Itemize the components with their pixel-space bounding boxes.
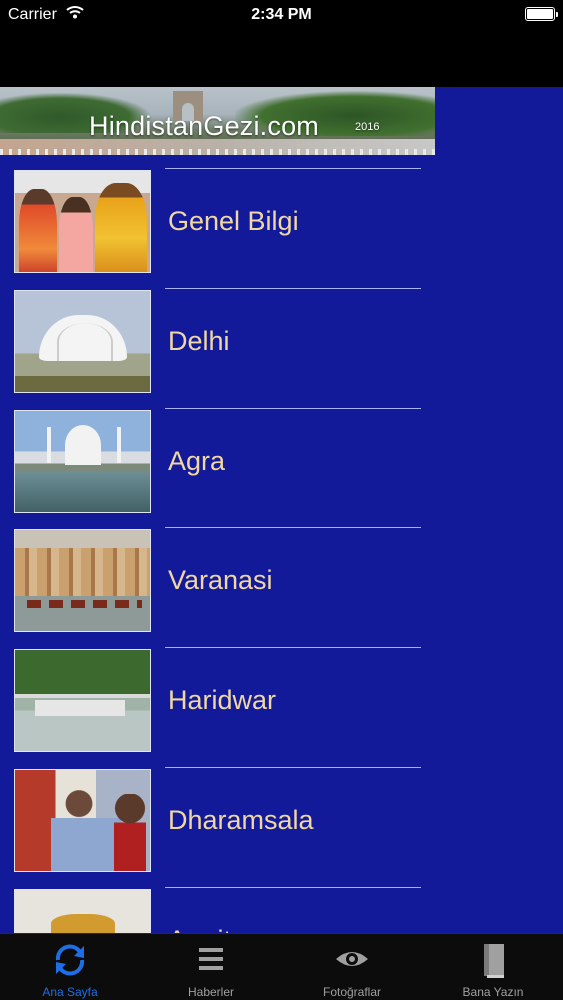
- refresh-icon: [50, 942, 90, 983]
- list-item-label: Delhi: [168, 326, 230, 356]
- list-item-dharamsala[interactable]: Dharamsala: [0, 767, 563, 887]
- list-item-delhi[interactable]: Delhi: [0, 288, 563, 408]
- tab-bana-yazin[interactable]: Bana Yazın: [423, 934, 563, 1000]
- golden-temple-photo: [14, 889, 151, 933]
- tab-label: Fotoğraflar: [322, 985, 382, 999]
- list-item-label: Haridwar: [168, 685, 277, 715]
- tab-bar: Ana Sayfa Haberler Fotoğraflar Bana Yazı…: [0, 933, 563, 1000]
- main-content[interactable]: HindistanGezi.com 2016 Genel Bilgi Delhi…: [0, 87, 563, 933]
- eye-icon: [334, 942, 370, 981]
- ganges-ghats-photo: [14, 529, 151, 632]
- header-banner: HindistanGezi.com 2016: [0, 87, 435, 155]
- list-item-haridwar[interactable]: Haridwar: [0, 647, 563, 767]
- row-divider: [165, 887, 421, 888]
- list-item-agra[interactable]: Agra: [0, 408, 563, 528]
- list-item-amritsar[interactable]: Amritsar: [0, 887, 563, 933]
- haridwar-bridge-photo: [14, 649, 151, 752]
- list-item-label: Varanasi: [168, 565, 273, 595]
- list-item-varanasi[interactable]: Varanasi: [0, 527, 563, 647]
- list-item-label: Amritsar: [168, 925, 269, 933]
- list-icon: [197, 942, 225, 981]
- row-divider: [165, 647, 421, 648]
- tab-ana-sayfa[interactable]: Ana Sayfa: [0, 934, 140, 1000]
- row-divider: [165, 527, 421, 528]
- brand-title: HindistanGezi.com: [89, 111, 319, 141]
- lotus-temple-photo: [14, 290, 151, 393]
- row-divider: [165, 408, 421, 409]
- prayer-wheel-photo: [14, 769, 151, 872]
- list-item-label: Dharamsala: [168, 805, 314, 835]
- taj-mahal-photo: [14, 410, 151, 513]
- tab-label: Ana Sayfa: [42, 985, 98, 999]
- women-in-saris-photo: [14, 170, 151, 273]
- list-item-label: Genel Bilgi: [168, 206, 299, 236]
- book-icon: [479, 942, 507, 985]
- tab-label: Haberler: [187, 985, 235, 999]
- tab-fotograflar[interactable]: Fotoğraflar: [282, 934, 422, 1000]
- row-divider: [165, 288, 421, 289]
- row-divider: [165, 767, 421, 768]
- brand-year: 2016: [355, 121, 380, 133]
- status-bar: Carrier 2:34 PM: [0, 0, 563, 30]
- row-divider: [165, 168, 421, 169]
- list-item-genel-bilgi[interactable]: Genel Bilgi: [0, 168, 563, 288]
- status-time: 2:34 PM: [251, 6, 312, 23]
- tab-label: Bana Yazın: [462, 985, 524, 999]
- battery-icon: [525, 7, 558, 21]
- tab-haberler[interactable]: Haberler: [141, 934, 281, 1000]
- list-item-label: Agra: [168, 446, 226, 476]
